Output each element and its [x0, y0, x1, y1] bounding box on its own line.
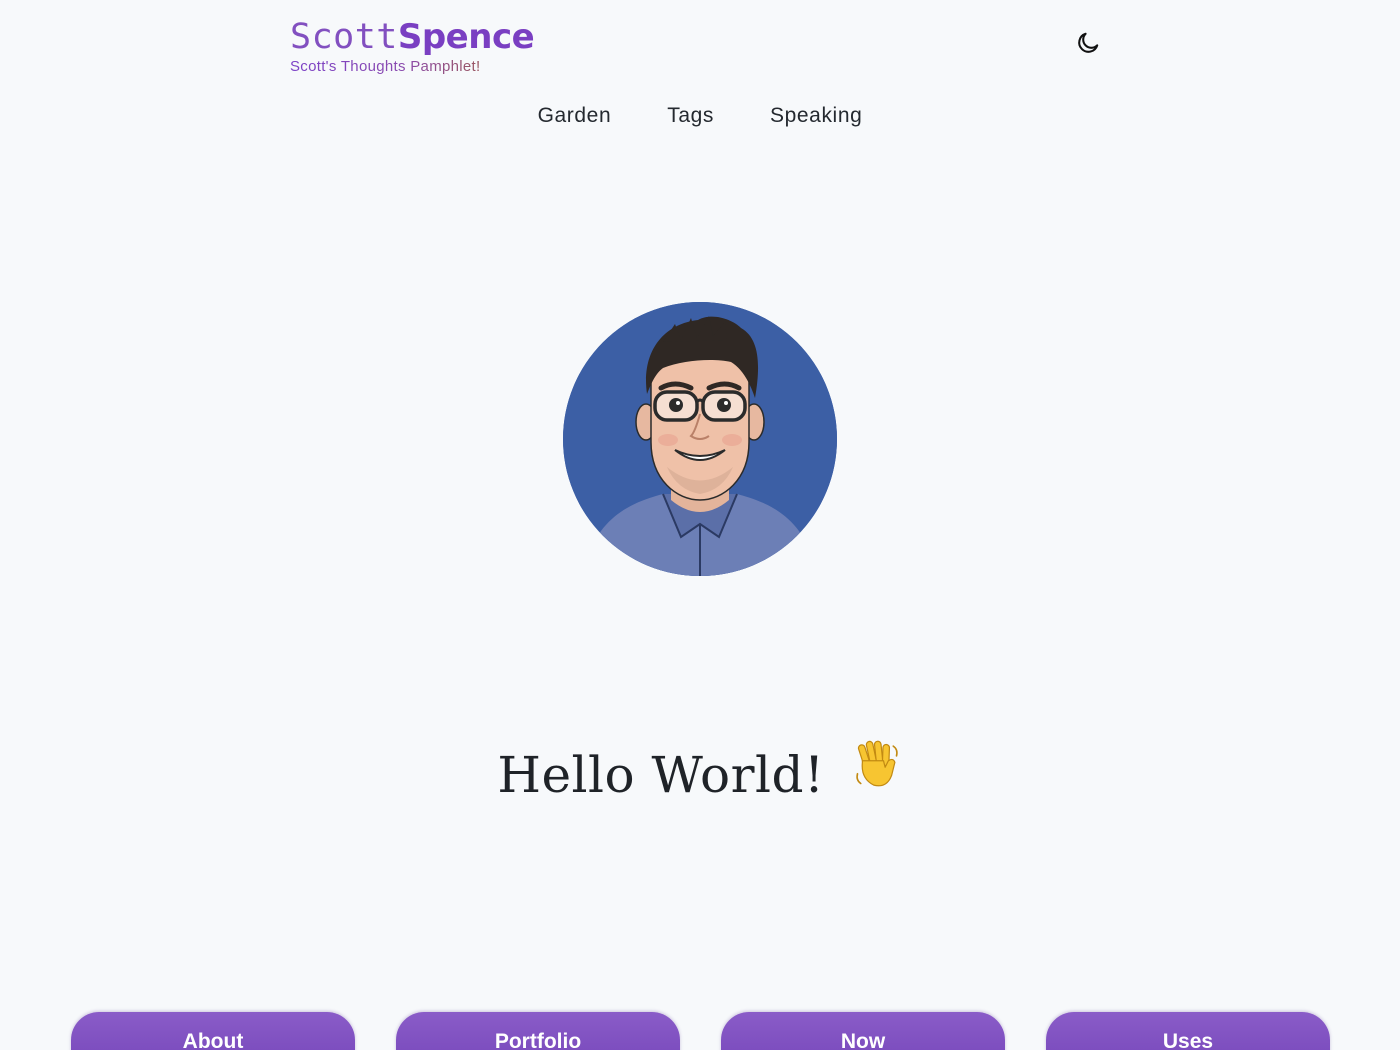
- logo-last-name: Spence: [397, 17, 535, 57]
- uses-button[interactable]: Uses: [1046, 1012, 1330, 1050]
- nav-item-tags[interactable]: Tags: [667, 104, 714, 128]
- page: Scott Spence Scott's Thoughts Pamphlet! …: [0, 0, 1400, 1050]
- avatar-illustration: [563, 302, 837, 576]
- avatar: [563, 302, 837, 576]
- site-logo: Scott Spence: [290, 17, 535, 57]
- about-button[interactable]: About: [71, 1012, 355, 1050]
- waving-hand-icon: [855, 740, 898, 787]
- main-nav: Garden Tags Speaking: [0, 104, 1400, 128]
- section-links: About Portfolio Now Uses: [71, 1012, 1330, 1050]
- nav-item-speaking[interactable]: Speaking: [770, 104, 862, 128]
- portfolio-button[interactable]: Portfolio: [396, 1012, 680, 1050]
- hero-heading: Hello World!: [0, 738, 1400, 800]
- logo-tagline: Scott's Thoughts Pamphlet!: [290, 58, 534, 75]
- theme-toggle-button[interactable]: [1073, 28, 1103, 58]
- page-title: Hello World!: [497, 746, 825, 804]
- now-button[interactable]: Now: [721, 1012, 1005, 1050]
- site-logo-link[interactable]: Scott Spence Scott's Thoughts Pamphlet!: [290, 17, 535, 76]
- nav-item-garden[interactable]: Garden: [538, 104, 612, 128]
- logo-first-name: Scott: [290, 17, 398, 57]
- moon-icon: [1078, 32, 1099, 53]
